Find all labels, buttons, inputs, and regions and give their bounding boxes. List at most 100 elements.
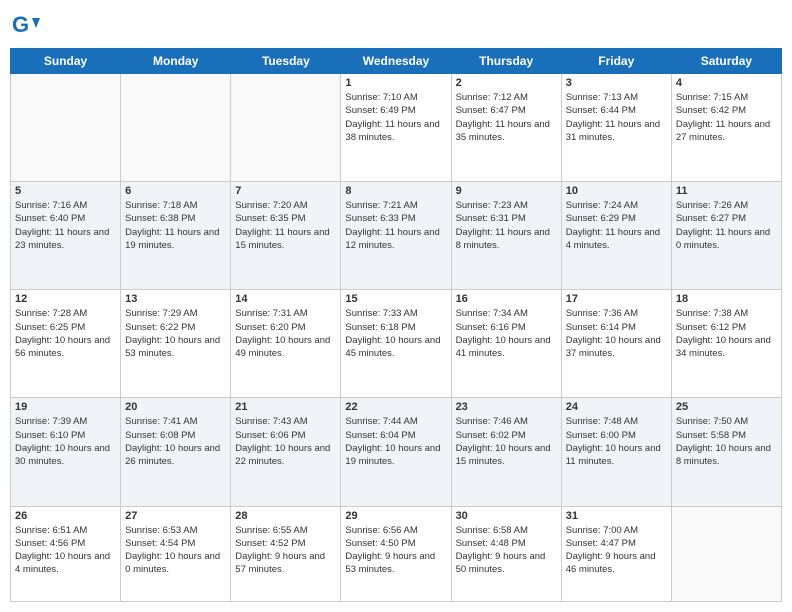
day-number: 22 (345, 401, 446, 413)
calendar-cell: 19 Sunrise: 7:39 AMSunset: 6:10 PMDayligh… (11, 398, 121, 506)
day-header-tuesday: Tuesday (231, 49, 341, 74)
cell-info: Sunrise: 7:46 AMSunset: 6:02 PMDaylight:… (456, 415, 557, 468)
calendar-cell: 11 Sunrise: 7:26 AMSunset: 6:27 PMDayligh… (671, 182, 781, 290)
logo-icon: G (10, 10, 40, 40)
day-number: 16 (456, 293, 557, 305)
calendar-cell: 31Sunrise: 7:00 AMSunset: 4:47 PMDayligh… (561, 506, 671, 601)
calendar-cell: 4Sunrise: 7:15 AMSunset: 6:42 PMDaylight… (671, 74, 781, 182)
day-number: 7 (235, 185, 336, 197)
cell-info: Sunrise: 7:41 AMSunset: 6:08 PMDaylight:… (125, 415, 226, 468)
cell-info: Sunrise: 7:23 AMSunset: 6:31 PMDaylight:… (456, 199, 557, 252)
header: G (10, 10, 782, 40)
cell-info: Sunrise: 7:28 AMSunset: 6:25 PMDaylight:… (15, 307, 116, 360)
cell-info: Sunrise: 7:20 AMSunset: 6:35 PMDaylight:… (235, 199, 336, 252)
cell-info: Sunrise: 7:36 AMSunset: 6:14 PMDaylight:… (566, 307, 667, 360)
cell-info: Sunrise: 7:48 AMSunset: 6:00 PMDaylight:… (566, 415, 667, 468)
week-row-1: 1 Sunrise: 7:10 AMSunset: 6:49 PMDaylight… (11, 74, 782, 182)
calendar-cell: 1 Sunrise: 7:10 AMSunset: 6:49 PMDaylight… (341, 74, 451, 182)
week-row-4: 19 Sunrise: 7:39 AMSunset: 6:10 PMDayligh… (11, 398, 782, 506)
day-number: 2 (456, 77, 557, 89)
calendar-cell: 23 Sunrise: 7:46 AMSunset: 6:02 PMDayligh… (451, 398, 561, 506)
calendar-cell: 26 Sunrise: 6:51 AMSunset: 4:56 PMDayligh… (11, 506, 121, 601)
calendar-cell: 30 Sunrise: 6:58 AMSunset: 4:48 PMDayligh… (451, 506, 561, 601)
calendar-cell: 28 Sunrise: 6:55 AMSunset: 4:52 PMDayligh… (231, 506, 341, 601)
day-number: 27 (125, 510, 226, 522)
day-number: 25 (676, 401, 777, 413)
day-number: 5 (15, 185, 116, 197)
day-number: 20 (125, 401, 226, 413)
day-number: 15 (345, 293, 446, 305)
cell-info: Sunrise: 7:16 AMSunset: 6:40 PMDaylight:… (15, 199, 116, 252)
cell-info: Sunrise: 7:29 AMSunset: 6:22 PMDaylight:… (125, 307, 226, 360)
cell-info: Sunrise: 6:51 AMSunset: 4:56 PMDaylight:… (15, 524, 116, 577)
day-number: 28 (235, 510, 336, 522)
day-number: 30 (456, 510, 557, 522)
day-number: 9 (456, 185, 557, 197)
calendar-cell: 29 Sunrise: 6:56 AMSunset: 4:50 PMDayligh… (341, 506, 451, 601)
day-number: 6 (125, 185, 226, 197)
cell-info: Sunrise: 7:38 AMSunset: 6:12 PMDaylight:… (676, 307, 777, 360)
calendar-cell: 17Sunrise: 7:36 AMSunset: 6:14 PMDayligh… (561, 290, 671, 398)
cell-info: Sunrise: 7:00 AMSunset: 4:47 PMDaylight:… (566, 524, 667, 577)
day-number: 19 (15, 401, 116, 413)
calendar-cell: 25 Sunrise: 7:50 AMSunset: 5:58 PMDayligh… (671, 398, 781, 506)
calendar-cell: 15 Sunrise: 7:33 AMSunset: 6:18 PMDayligh… (341, 290, 451, 398)
cell-info: Sunrise: 7:43 AMSunset: 6:06 PMDaylight:… (235, 415, 336, 468)
week-row-5: 26 Sunrise: 6:51 AMSunset: 4:56 PMDayligh… (11, 506, 782, 601)
cell-info: Sunrise: 7:31 AMSunset: 6:20 PMDaylight:… (235, 307, 336, 360)
cell-info: Sunrise: 6:53 AMSunset: 4:54 PMDaylight:… (125, 524, 226, 577)
logo: G (10, 10, 44, 40)
day-number: 13 (125, 293, 226, 305)
cell-info: Sunrise: 7:33 AMSunset: 6:18 PMDaylight:… (345, 307, 446, 360)
day-header-wednesday: Wednesday (341, 49, 451, 74)
day-number: 1 (345, 77, 446, 89)
day-header-thursday: Thursday (451, 49, 561, 74)
day-number: 29 (345, 510, 446, 522)
calendar-cell (231, 74, 341, 182)
cell-info: Sunrise: 7:24 AMSunset: 6:29 PMDaylight:… (566, 199, 667, 252)
calendar-cell: 10Sunrise: 7:24 AMSunset: 6:29 PMDayligh… (561, 182, 671, 290)
calendar-cell: 2Sunrise: 7:12 AMSunset: 6:47 PMDaylight… (451, 74, 561, 182)
calendar-cell: 6 Sunrise: 7:18 AMSunset: 6:38 PMDaylight… (121, 182, 231, 290)
cell-info: Sunrise: 7:34 AMSunset: 6:16 PMDaylight:… (456, 307, 557, 360)
day-header-saturday: Saturday (671, 49, 781, 74)
week-row-3: 12Sunrise: 7:28 AMSunset: 6:25 PMDayligh… (11, 290, 782, 398)
day-headers: SundayMondayTuesdayWednesdayThursdayFrid… (11, 49, 782, 74)
day-number: 8 (345, 185, 446, 197)
cell-info: Sunrise: 6:56 AMSunset: 4:50 PMDaylight:… (345, 524, 446, 577)
day-number: 24 (566, 401, 667, 413)
cell-info: Sunrise: 7:21 AMSunset: 6:33 PMDaylight:… (345, 199, 446, 252)
cell-info: Sunrise: 7:18 AMSunset: 6:38 PMDaylight:… (125, 199, 226, 252)
calendar-cell: 14Sunrise: 7:31 AMSunset: 6:20 PMDayligh… (231, 290, 341, 398)
calendar-cell: 7 Sunrise: 7:20 AMSunset: 6:35 PMDaylight… (231, 182, 341, 290)
calendar-cell: 8 Sunrise: 7:21 AMSunset: 6:33 PMDaylight… (341, 182, 451, 290)
cell-info: Sunrise: 7:26 AMSunset: 6:27 PMDaylight:… (676, 199, 777, 252)
cell-info: Sunrise: 7:10 AMSunset: 6:49 PMDaylight:… (345, 91, 446, 144)
calendar-cell (671, 506, 781, 601)
cell-info: Sunrise: 6:58 AMSunset: 4:48 PMDaylight:… (456, 524, 557, 577)
cell-info: Sunrise: 7:39 AMSunset: 6:10 PMDaylight:… (15, 415, 116, 468)
calendar-cell: 5 Sunrise: 7:16 AMSunset: 6:40 PMDaylight… (11, 182, 121, 290)
day-number: 11 (676, 185, 777, 197)
day-number: 18 (676, 293, 777, 305)
day-header-friday: Friday (561, 49, 671, 74)
calendar-cell: 12Sunrise: 7:28 AMSunset: 6:25 PMDayligh… (11, 290, 121, 398)
calendar-cell: 22Sunrise: 7:44 AMSunset: 6:04 PMDayligh… (341, 398, 451, 506)
week-row-2: 5 Sunrise: 7:16 AMSunset: 6:40 PMDaylight… (11, 182, 782, 290)
calendar-cell: 20 Sunrise: 7:41 AMSunset: 6:08 PMDayligh… (121, 398, 231, 506)
calendar-cell: 16 Sunrise: 7:34 AMSunset: 6:16 PMDayligh… (451, 290, 561, 398)
calendar-cell: 13 Sunrise: 7:29 AMSunset: 6:22 PMDayligh… (121, 290, 231, 398)
cell-info: Sunrise: 7:13 AMSunset: 6:44 PMDaylight:… (566, 91, 667, 144)
calendar-cell: 3 Sunrise: 7:13 AMSunset: 6:44 PMDaylight… (561, 74, 671, 182)
cell-info: Sunrise: 6:55 AMSunset: 4:52 PMDaylight:… (235, 524, 336, 577)
day-number: 26 (15, 510, 116, 522)
calendar: SundayMondayTuesdayWednesdayThursdayFrid… (10, 48, 782, 602)
cell-info: Sunrise: 7:50 AMSunset: 5:58 PMDaylight:… (676, 415, 777, 468)
calendar-cell: 27 Sunrise: 6:53 AMSunset: 4:54 PMDayligh… (121, 506, 231, 601)
day-header-monday: Monday (121, 49, 231, 74)
day-number: 23 (456, 401, 557, 413)
svg-text:G: G (12, 12, 29, 37)
calendar-cell: 24 Sunrise: 7:48 AMSunset: 6:00 PMDayligh… (561, 398, 671, 506)
day-number: 3 (566, 77, 667, 89)
day-number: 21 (235, 401, 336, 413)
